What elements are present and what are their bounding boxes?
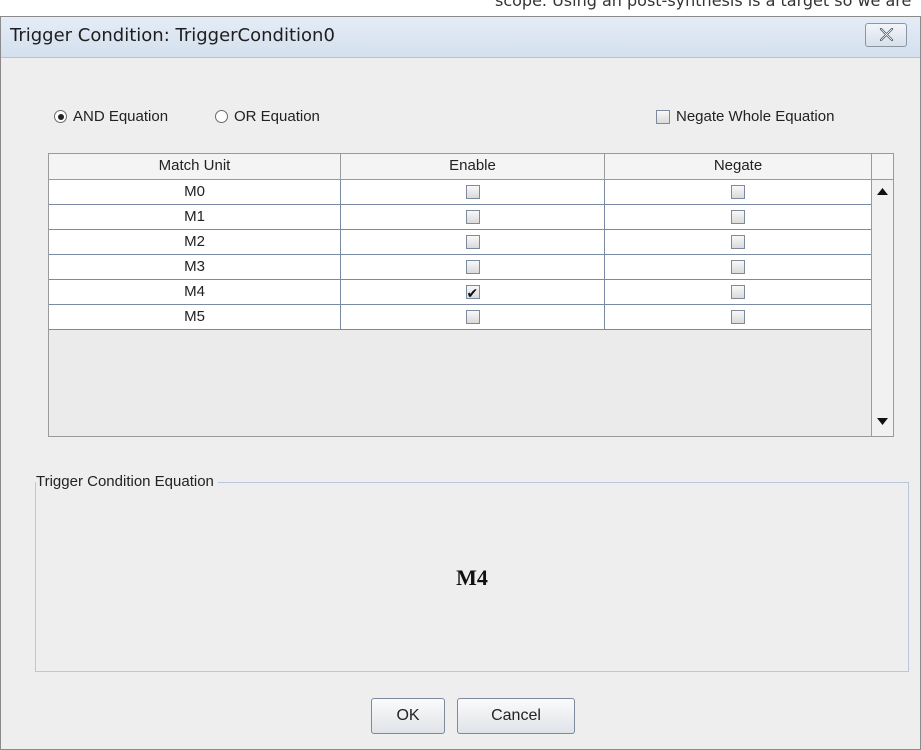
scroll-down-button[interactable] — [873, 412, 892, 432]
close-icon — [879, 28, 894, 42]
close-button[interactable] — [865, 23, 907, 47]
enable-checkbox[interactable] — [465, 210, 480, 224]
table-row[interactable]: M4 ✔ — [49, 280, 871, 305]
scroll-down-arrow-icon — [877, 418, 888, 425]
table-header: Match Unit Enable Negate — [49, 154, 871, 180]
negate-checkbox[interactable] — [731, 210, 745, 224]
enable-checkbox[interactable] — [465, 185, 480, 199]
scroll-corner — [872, 154, 893, 180]
negate-checkbox[interactable] — [731, 185, 745, 199]
check-mark-icon: ✔ — [466, 286, 479, 302]
or-equation-label: OR Equation — [234, 108, 320, 125]
negate-cell — [605, 205, 871, 229]
trigger-condition-equation-group: Trigger Condition Equation M4 — [35, 473, 909, 672]
column-header-negate[interactable]: Negate — [605, 154, 871, 180]
match-unit-cell: M3 — [49, 255, 341, 279]
enable-cell — [341, 230, 605, 254]
negate-cell — [605, 305, 871, 329]
trigger-condition-dialog: Trigger Condition: TriggerCondition0 AND… — [0, 16, 921, 750]
negate-whole-equation-checkbox[interactable] — [656, 109, 670, 124]
enable-checkbox[interactable] — [465, 310, 480, 324]
enable-cell — [341, 255, 605, 279]
group-legend: Trigger Condition Equation — [36, 473, 218, 490]
negate-checkbox[interactable] — [731, 260, 745, 274]
background-cutoff-text: scope. Using an post-synthesis is a targ… — [495, 0, 912, 10]
equation-display: M4 — [456, 565, 488, 590]
and-equation-label: AND Equation — [73, 108, 169, 125]
match-unit-cell: M1 — [49, 205, 341, 229]
column-header-enable[interactable]: Enable — [341, 154, 605, 180]
negate-cell — [605, 255, 871, 279]
table-row[interactable]: M5 — [49, 305, 871, 330]
table-row[interactable]: M3 — [49, 255, 871, 280]
enable-checkbox[interactable]: ✔ — [465, 285, 480, 302]
negate-whole-equation-label: Negate Whole Equation — [676, 108, 835, 125]
enable-cell — [341, 305, 605, 329]
enable-checkbox[interactable] — [465, 260, 480, 274]
or-equation-radio[interactable] — [215, 110, 228, 123]
enable-checkbox[interactable] — [465, 235, 480, 249]
scroll-up-button[interactable] — [873, 182, 892, 202]
column-header-match-unit[interactable]: Match Unit — [49, 154, 341, 180]
title-bar: Trigger Condition: TriggerCondition0 — [1, 17, 920, 58]
negate-checkbox[interactable] — [731, 285, 745, 299]
match-unit-cell: M5 — [49, 305, 341, 329]
and-equation-radio[interactable] — [54, 110, 67, 123]
match-unit-cell: M0 — [49, 180, 341, 204]
negate-cell — [605, 280, 871, 304]
ok-button[interactable]: OK — [371, 698, 445, 734]
table-row[interactable]: M0 — [49, 180, 871, 205]
negate-cell — [605, 230, 871, 254]
enable-cell — [341, 180, 605, 204]
table-scrollbar[interactable] — [871, 154, 893, 436]
and-equation-option[interactable]: AND Equation — [54, 108, 168, 125]
match-unit-table: Match Unit Enable Negate M0 M1 M2 M3 M4 … — [48, 153, 894, 437]
negate-cell — [605, 180, 871, 204]
or-equation-option[interactable]: OR Equation — [215, 108, 320, 125]
table-row[interactable]: M2 — [49, 230, 871, 255]
enable-cell: ✔ — [341, 280, 605, 304]
scroll-up-arrow-icon — [877, 188, 888, 195]
negate-checkbox[interactable] — [731, 235, 745, 249]
negate-whole-equation-option[interactable]: Negate Whole Equation — [656, 108, 834, 125]
cancel-button[interactable]: Cancel — [457, 698, 575, 734]
window-title: Trigger Condition: TriggerCondition0 — [10, 25, 335, 46]
match-unit-cell: M2 — [49, 230, 341, 254]
enable-cell — [341, 205, 605, 229]
negate-checkbox[interactable] — [731, 310, 745, 324]
table-row[interactable]: M1 — [49, 205, 871, 230]
match-unit-cell: M4 — [49, 280, 341, 304]
